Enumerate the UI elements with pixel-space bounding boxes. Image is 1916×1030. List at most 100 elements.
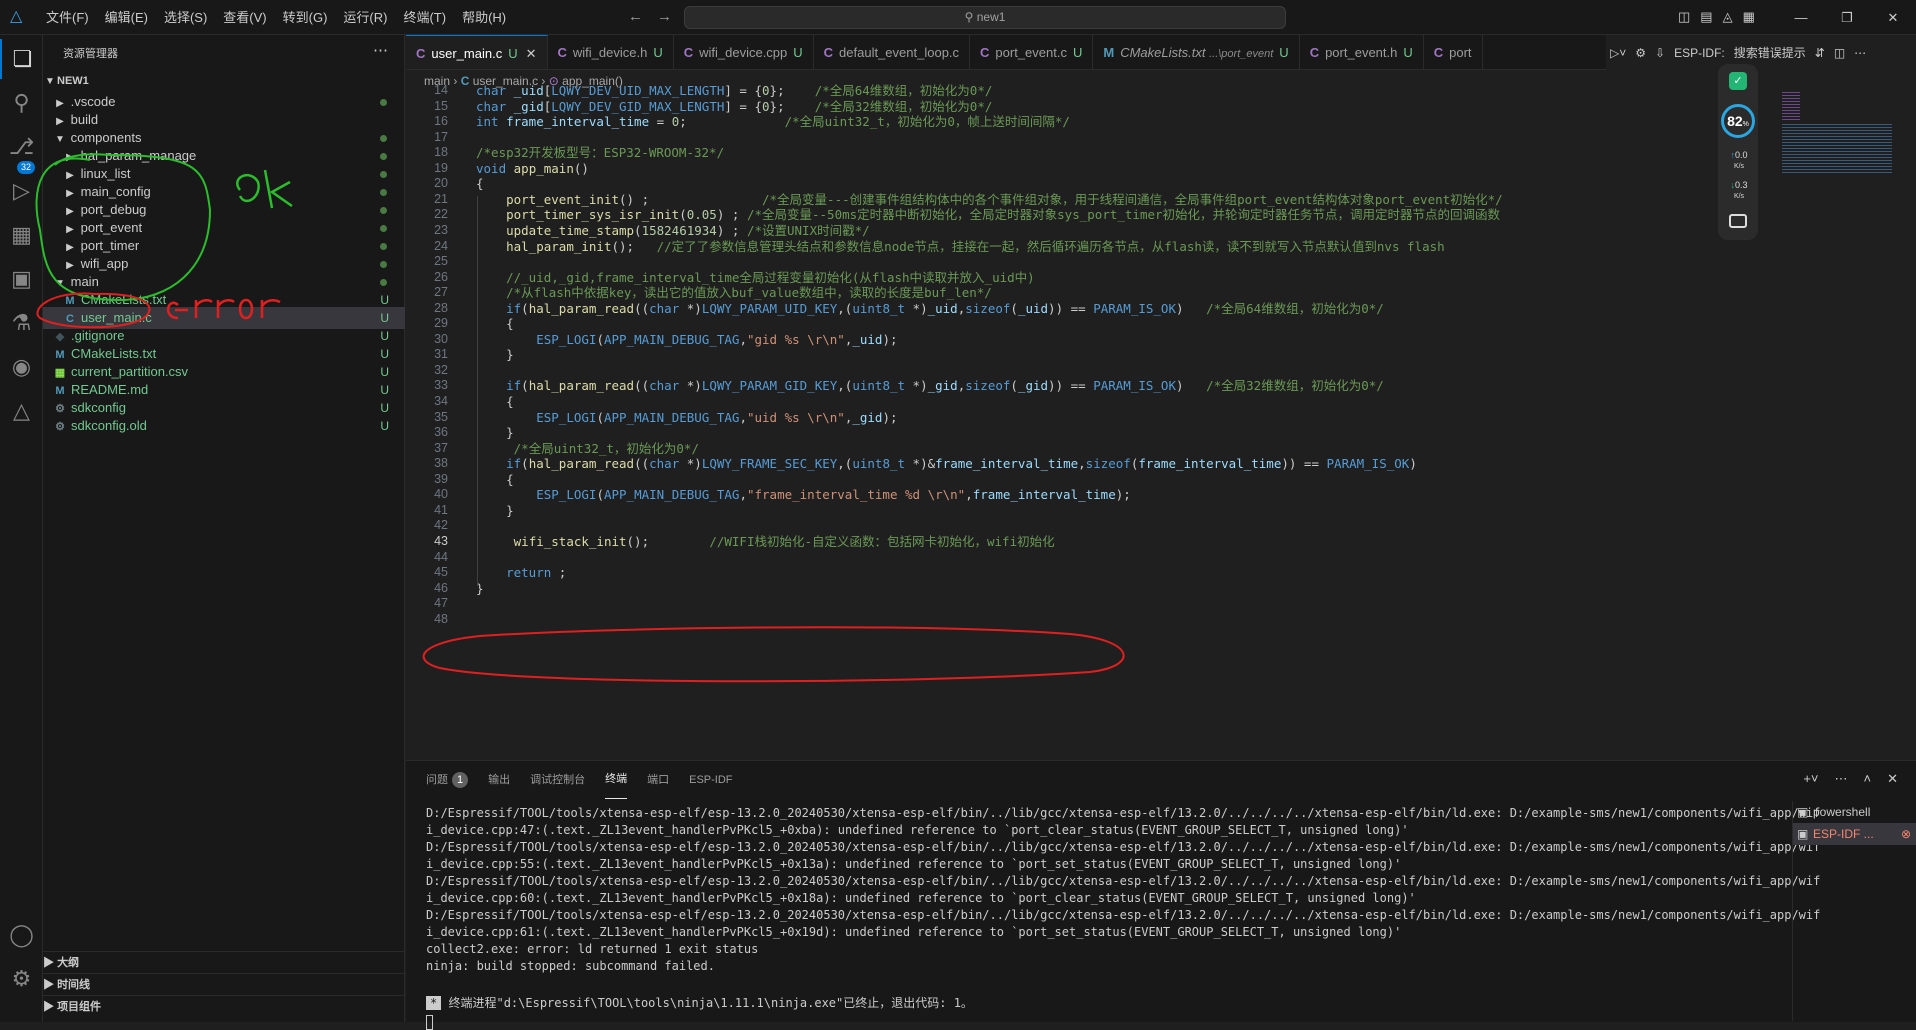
menu-item[interactable]: 文件(F) [38,0,97,35]
menu-item[interactable]: 选择(S) [156,0,215,35]
toggle-panel-icon[interactable]: ▤ [1700,9,1712,25]
command-center-text: new1 [976,10,1006,24]
tab-status: U [508,46,518,61]
command-center-search[interactable]: ⚲ new1 [684,6,1286,29]
explorer-icon[interactable]: ❏ [0,39,43,79]
tree-item-label: current_partition.csv [71,364,189,379]
toggle-sidebar-icon[interactable]: ◫ [1678,9,1690,25]
flash-icon[interactable]: ⇩ [1655,46,1665,60]
tab-status: U [1072,45,1083,60]
search-error-hint-button[interactable]: 搜索错误提示 [1734,44,1806,61]
title-bar: △ 文件(F) 编辑(E) 选择(S) 查看(V) 转到(G) 运行(R) 终端(T) 帮助(… [0,0,1916,35]
tab-cmakelists-txt[interactable]: M CMakeLists.txt ...\port_event U [1093,35,1300,69]
more-icon[interactable]: ⋯ [1854,46,1866,60]
more-actions-icon[interactable]: ⋯ [373,41,388,59]
tab-status: U [793,45,803,60]
panel-tab[interactable]: 问题 1 [426,761,469,799]
panel-tab[interactable]: 终端 [605,761,628,799]
forward-arrow-icon[interactable]: → [657,8,672,25]
run-icon[interactable]: ▷˅ [1610,46,1626,60]
code-editor[interactable]: 14 char _uid[LQWY_DEV_UID_MAX_LENGTH] = {… [406,83,1916,760]
remote-explorer-icon[interactable]: ▣ [0,259,43,299]
back-arrow-icon[interactable]: ← [628,8,643,25]
customize-layout-icon[interactable]: ▦ [1743,9,1755,25]
esp-idf-explorer-icon[interactable]: △ [0,391,43,431]
tree-item-label: CMakeLists.txt [71,346,157,361]
more-icon[interactable]: ⋯ [1835,771,1848,787]
terminal-instance[interactable]: ▣ powershell [1793,801,1916,823]
tree-item-label: user_main.c [81,310,152,325]
usage-gauge: 82% [1721,104,1755,138]
menu-item[interactable]: 帮助(H) [454,0,514,35]
project-components-section[interactable]: ▶ 项目组件 [43,995,405,1017]
accounts-icon[interactable]: ◯ [0,915,43,955]
toggle-secondary-sidebar-icon[interactable]: ◬ [1723,9,1733,25]
menu-item[interactable]: 运行(R) [335,0,395,35]
split-editor-icon[interactable]: ◫ [1834,46,1845,60]
run-debug-icon[interactable]: ▷ [0,171,43,211]
testing-icon[interactable]: ⚗ [0,303,43,343]
menu-item[interactable]: 查看(V) [215,0,274,35]
compare-icon[interactable]: ⇵ [1815,46,1825,60]
panel-tab-label: 终端 [605,773,628,785]
maximize-panel-icon[interactable]: ˄ [1864,771,1872,787]
menu-item[interactable]: 编辑(E) [97,0,156,35]
code-line: wifi_stack_init(); //WIFI栈初始化-自定义函数：包括网卡… [513,533,1055,549]
upload-rate: ↑0.0 K/s [1722,150,1756,170]
terminal-output[interactable]: D:/Espressif/TOOL/tools/xtensa-esp-elf/e… [426,799,1820,1030]
menu-item[interactable]: 终端(T) [395,0,454,35]
tab-port-event-c[interactable]: Cport_event.c U [970,35,1094,69]
close-window-icon[interactable]: ✕ [1870,0,1916,35]
gear-icon[interactable]: ⚙ [1635,46,1646,60]
close-tab-icon[interactable]: ✕ [526,46,537,61]
terminal-line: i_device.cpp:60:(.text._ZL13event_handle… [426,891,1416,905]
tab-user-main-c[interactable]: Cuser_main.c U ✕ [406,35,548,69]
settings-gear-icon[interactable]: ⚙ [0,959,43,999]
workspace-root[interactable]: ▼ NEW1 [43,69,405,91]
tab-default-event-loop-c[interactable]: Cdefault_event_loop.c [814,35,971,69]
code-line: ESP_LOGI(APP_MAIN_DEBUG_TAG,"gid %s \r\n… [536,331,898,347]
tree-item-label: port_event [80,220,143,235]
timeline-section[interactable]: ▶ 时间线 [43,973,405,995]
bottom-panel: 问题 1 输出 调试控制台 终端 端口 ESP-IDF +˅ ⋯ ˄ ✕ D:/Espres… [406,760,1916,1030]
outline-section[interactable]: ▶ 大纲 [43,951,405,973]
upload-value: 0.0 [1734,150,1748,160]
esp-idf-label: ESP-IDF: [1674,45,1725,60]
tab-wifi-device-h[interactable]: Cwifi_device.h U [548,35,674,69]
espressif-icon[interactable]: ◉ [0,347,43,387]
panel-tab[interactable]: 端口 [647,761,669,799]
minimap[interactable] [1780,92,1900,192]
terminal-instance-label: powershell [1813,805,1871,819]
chevron-right-icon: ▶ [43,1001,54,1013]
close-terminal-icon[interactable]: ⊗ [1901,823,1911,845]
close-panel-icon[interactable]: ✕ [1887,771,1898,787]
tree-item-label: main_config [80,184,151,199]
nav-arrows: ← → [628,8,686,25]
search-icon[interactable]: ⚲ [0,83,43,123]
tab-port-event-h[interactable]: Cport_event.h U [1300,35,1424,69]
panel-tab[interactable]: 调试控制台 [530,761,585,799]
c-file-icon: C [823,45,834,60]
extensions-icon[interactable]: ▦ [0,215,43,255]
tab-wifi-device-cpp[interactable]: Cwifi_device.cpp U [674,35,814,69]
modified-dot-icon [380,171,387,178]
modified-dot-icon [380,153,387,160]
file-item[interactable]: ⚙ sdkconfig.old U [43,415,405,437]
tab-status: U [653,45,663,60]
vscode-logo-icon: △ [10,8,23,25]
menu-item[interactable]: 转到(G) [275,0,336,35]
terminal-line: collect2.exe: error: ld returned 1 exit … [426,942,759,956]
panel-tab[interactable]: 输出 [488,761,510,799]
restore-icon[interactable]: ❐ [1824,0,1870,35]
panel-tab[interactable]: ESP-IDF [689,761,732,799]
c-file-icon: C [416,46,426,61]
new-terminal-icon[interactable]: +˅ [1803,771,1818,787]
system-monitor-widget[interactable]: ✓ 82% ↑0.0 K/s ↓0.3 K/s [1718,64,1758,240]
minimize-icon[interactable]: — [1778,0,1824,35]
modified-dot-icon [380,207,387,214]
menu-bar: 文件(F) 编辑(E) 选择(S) 查看(V) 转到(G) 运行(R) 终端(T) 帮助(H) [38,0,514,35]
modified-dot-icon [380,261,387,268]
tab-port[interactable]: Cport [1424,35,1483,69]
terminal-instance[interactable]: ▣ ESP-IDF ... ⊗ [1793,823,1916,845]
camera-icon[interactable] [1729,214,1747,228]
